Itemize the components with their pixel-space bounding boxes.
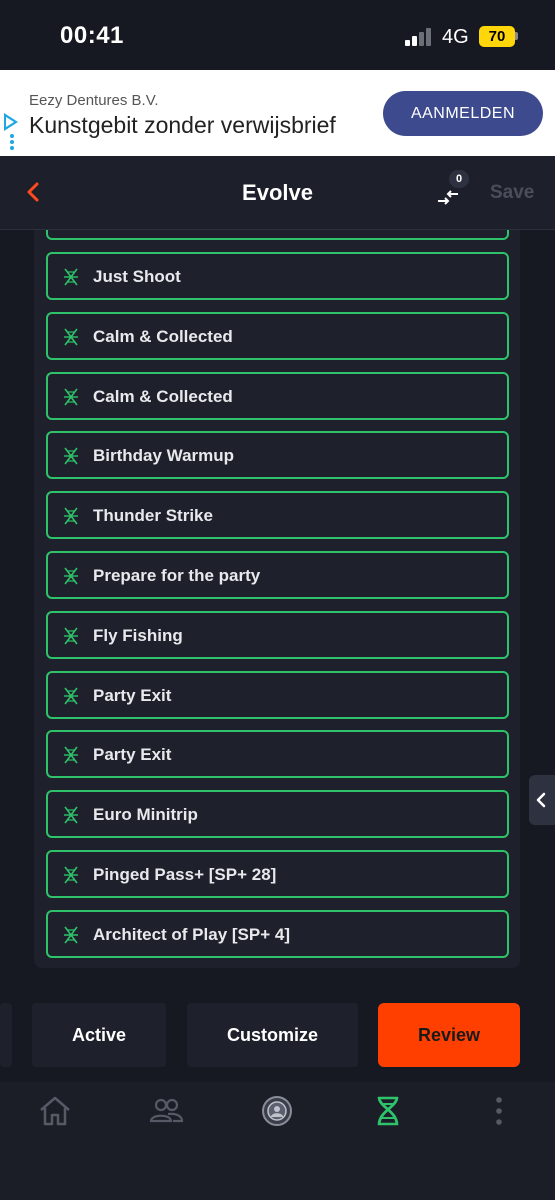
swap-icon[interactable]	[434, 186, 462, 208]
chevron-left-icon	[536, 792, 546, 808]
action-row: Active Customize Review	[0, 1003, 555, 1069]
list-item-label: Euro Minitrip	[93, 805, 198, 825]
list-item[interactable]: Thunder Strike	[46, 491, 509, 540]
list-item[interactable]: Party Exit	[46, 670, 509, 719]
list-item[interactable]: Fly Fishing	[46, 610, 509, 659]
signal-icon	[405, 28, 435, 46]
dna-icon	[60, 804, 82, 826]
dna-icon	[60, 445, 82, 467]
swap-count-badge: 0	[449, 170, 469, 188]
save-button[interactable]: Save	[490, 182, 534, 204]
list-item[interactable]: Birthday Warmup	[46, 431, 509, 480]
status-time: 00:41	[60, 22, 124, 49]
dna-icon	[60, 326, 82, 348]
dna-icon	[60, 386, 82, 408]
list-item[interactable]: Calm & Collected	[46, 371, 509, 420]
more-icon[interactable]	[481, 1094, 517, 1128]
list-item-label: Prepare for the party	[93, 566, 261, 585]
battery-nub	[515, 32, 518, 40]
list-item-label: Fly Fishing	[93, 625, 183, 645]
review-button[interactable]: Review	[378, 1003, 520, 1067]
friends-icon[interactable]	[148, 1094, 184, 1128]
list-item-label: Thunder Strike	[93, 506, 213, 526]
ad-cta-button[interactable]: AANMELDEN	[383, 91, 543, 136]
list-item-label: Pinged Pass+ [SP+ 28]	[93, 865, 277, 884]
list-item-label: Party Exit	[93, 685, 172, 705]
status-bar: 00:41 4G 70	[0, 0, 555, 70]
list-item[interactable]: Pinged Pass+ [SP+ 28]	[46, 850, 509, 898]
dna-icon	[60, 744, 82, 766]
list-item[interactable]: Euro Minitrip	[46, 790, 509, 839]
dna-icon	[60, 685, 82, 707]
page-header: Evolve	[0, 156, 555, 230]
customize-button[interactable]: Customize	[187, 1003, 358, 1067]
list-item[interactable]: Architect of Play [SP+ 4]	[46, 909, 509, 958]
bottom-nav	[0, 1082, 555, 1200]
list-item[interactable]: Prepare for the party	[46, 551, 509, 599]
list-item-label: Birthday Warmup	[93, 446, 235, 466]
network-type: 4G	[442, 26, 469, 48]
list-item-label: Calm & Collected	[93, 326, 233, 346]
list-item[interactable]: Party Exit	[46, 730, 509, 779]
active-button[interactable]: Active	[32, 1003, 166, 1067]
list-item-partial[interactable]	[46, 230, 509, 240]
dna-icon	[60, 505, 82, 527]
dna-icon	[60, 565, 82, 587]
ad-company: Eezy Dentures B.V.	[29, 92, 159, 109]
ad-headline[interactable]: Kunstgebit zonder verwijsbrief	[29, 112, 336, 139]
list-item-label: Party Exit	[93, 745, 172, 765]
side-drawer-tab[interactable]	[529, 775, 555, 825]
battery-icon: 70	[479, 26, 515, 47]
action-stub[interactable]	[0, 1003, 12, 1067]
home-icon[interactable]	[37, 1094, 73, 1128]
ad-play-icon-inner	[6, 117, 14, 127]
ad-options-icon[interactable]	[10, 134, 14, 150]
list-item[interactable]: Just Shoot	[46, 252, 509, 300]
dna-icon	[60, 625, 82, 647]
dna-icon	[60, 924, 82, 946]
club-icon[interactable]	[259, 1094, 295, 1128]
list-item-label: Architect of Play [SP+ 4]	[93, 924, 290, 944]
dna-icon	[60, 864, 82, 886]
page-title: Evolve	[242, 180, 313, 205]
list-item[interactable]: Calm & Collected	[46, 311, 509, 360]
evolve-dna-icon[interactable]	[370, 1094, 406, 1128]
evolution-list: Just Shoot Calm & Collected Calm & Collect…	[34, 230, 520, 968]
list-item-label: Just Shoot	[93, 267, 181, 286]
dna-icon	[60, 266, 82, 288]
list-item-label: Calm & Collected	[93, 386, 233, 406]
